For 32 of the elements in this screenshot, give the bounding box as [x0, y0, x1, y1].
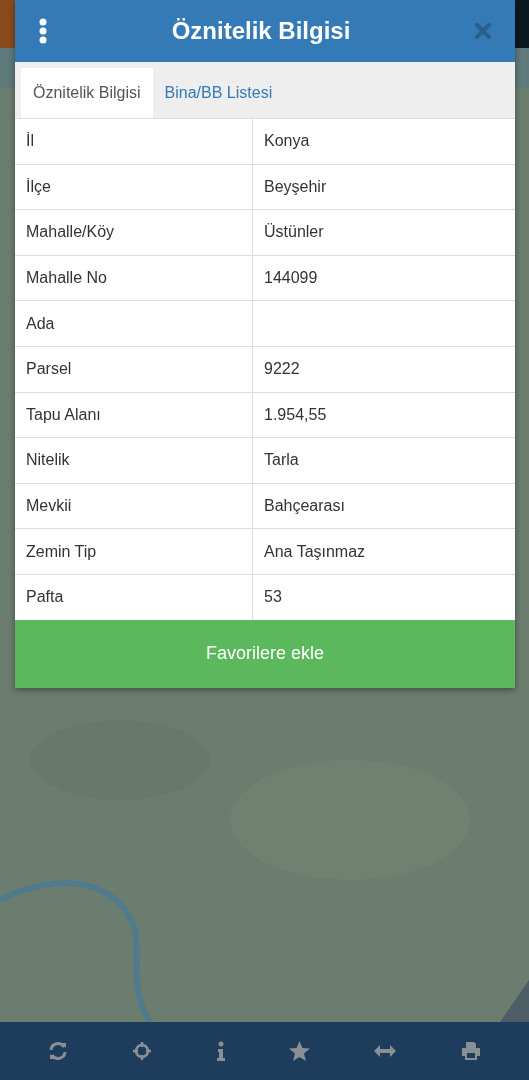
- field-label: Ada: [26, 313, 55, 334]
- print-icon[interactable]: [460, 1041, 481, 1061]
- field-label: Pafta: [26, 587, 64, 608]
- field-label: Zemin Tip: [26, 541, 97, 562]
- field-label: Mevkii: [26, 496, 72, 517]
- field-value: Beyşehir: [264, 176, 327, 197]
- field-value: Konya: [264, 131, 310, 152]
- tab[interactable]: Bina/BB Listesi: [152, 68, 285, 118]
- star-icon[interactable]: [289, 1041, 311, 1061]
- field-label: Tapu Alanı: [26, 404, 101, 425]
- field-value: 144099: [264, 268, 318, 289]
- refresh-icon[interactable]: [48, 1041, 69, 1061]
- tab[interactable]: Öznitelik Bilgisi: [21, 68, 153, 118]
- add-to-favorites-button[interactable]: Favorilere ekle: [15, 619, 515, 688]
- field-value: Ana Taşınmaz: [264, 541, 366, 562]
- field-label: Mahalle/Köy: [26, 222, 115, 243]
- field-label: Mahalle No: [26, 268, 107, 289]
- more-options-icon[interactable]: [39, 18, 47, 44]
- field-value: 1.954,55: [264, 404, 327, 425]
- field-value: 9222: [264, 359, 300, 380]
- dialog-title: Öznitelik Bilgisi: [171, 16, 351, 46]
- field-label: İlçe: [26, 176, 51, 197]
- field-value: 53: [264, 587, 282, 608]
- crosshair-icon[interactable]: [132, 1041, 153, 1061]
- info-icon[interactable]: [216, 1041, 225, 1061]
- field-value: Bahçearası: [264, 496, 345, 517]
- field-label: İl: [26, 131, 34, 152]
- measure-icon[interactable]: [374, 1045, 397, 1057]
- field-value: Tarla: [264, 450, 299, 471]
- field-value: Üstünler: [264, 222, 324, 243]
- field-label: Parsel: [26, 359, 72, 380]
- field-label: Nitelik: [26, 450, 70, 471]
